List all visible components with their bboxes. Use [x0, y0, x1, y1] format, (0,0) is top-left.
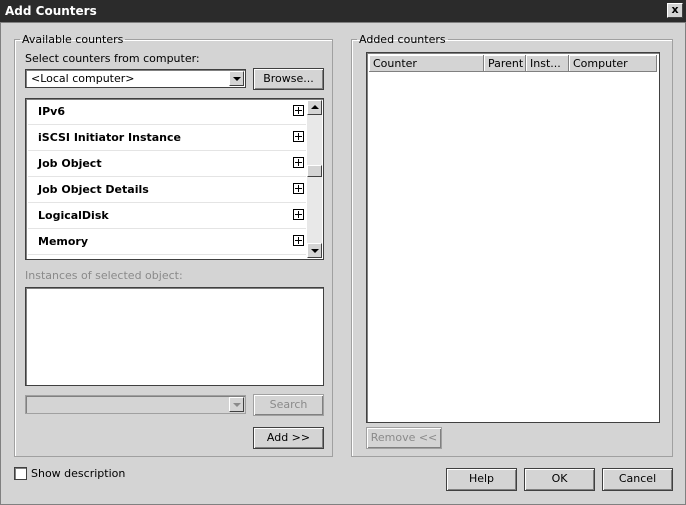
object-list-items: IPv6 iSCSI Initiator Instance Job Object Jo…	[28, 99, 306, 255]
object-list-item[interactable]: LogicalDisk	[28, 203, 306, 229]
computer-select[interactable]: <Local computer>	[25, 69, 246, 88]
close-icon: x	[671, 3, 679, 16]
object-name: LogicalDisk	[38, 209, 109, 222]
object-name: Memory	[38, 235, 89, 248]
title-bar: Add Counters x	[0, 0, 686, 22]
column-header-counter[interactable]: Counter	[369, 55, 484, 72]
window-title: Add Counters	[5, 4, 97, 18]
object-name: Job Object Details	[38, 183, 149, 196]
help-button[interactable]: Help	[446, 468, 517, 491]
show-description-label[interactable]: Show description	[31, 467, 125, 480]
close-button[interactable]: x	[667, 3, 683, 18]
column-header-computer[interactable]: Computer	[569, 55, 657, 72]
added-counters-header: Counter Parent Inst... Computer	[369, 55, 657, 72]
show-description-checkbox[interactable]	[14, 467, 27, 480]
object-list-item[interactable]: IPv6	[28, 99, 306, 125]
instances-label: Instances of selected object:	[25, 269, 183, 282]
expand-plus-icon[interactable]	[293, 209, 304, 220]
select-computer-label: Select counters from computer:	[25, 52, 200, 65]
scroll-thumb[interactable]	[307, 165, 322, 177]
object-name: Job Object	[38, 157, 102, 170]
browse-button[interactable]: Browse...	[253, 68, 324, 90]
column-header-parent[interactable]: Parent	[484, 55, 526, 72]
cancel-button[interactable]: Cancel	[602, 468, 673, 491]
expand-plus-icon[interactable]	[293, 235, 304, 246]
computer-select-value: <Local computer>	[31, 72, 135, 85]
search-button[interactable]: Search	[253, 394, 324, 416]
scroll-down-icon[interactable]	[307, 243, 322, 258]
chevron-down-icon[interactable]	[229, 397, 244, 412]
object-name: IPv6	[38, 105, 65, 118]
object-list-item[interactable]: Memory	[28, 229, 306, 255]
scroll-up-icon[interactable]	[307, 100, 322, 115]
ok-button[interactable]: OK	[524, 468, 595, 491]
expand-plus-icon[interactable]	[293, 157, 304, 168]
expand-plus-icon[interactable]	[293, 183, 304, 194]
performance-object-list[interactable]: IPv6 iSCSI Initiator Instance Job Object Jo…	[25, 98, 324, 260]
remove-button[interactable]: Remove <<	[366, 427, 442, 449]
object-name: iSCSI Initiator Instance	[38, 131, 181, 144]
expand-plus-icon[interactable]	[293, 131, 304, 142]
add-button[interactable]: Add >>	[253, 427, 324, 449]
chevron-down-icon[interactable]	[229, 71, 244, 86]
added-counters-legend: Added counters	[359, 33, 446, 46]
object-list-item[interactable]: Job Object	[28, 151, 306, 177]
expand-plus-icon[interactable]	[293, 105, 304, 116]
added-counters-grid[interactable]: Counter Parent Inst... Computer	[366, 52, 660, 423]
column-header-instance[interactable]: Inst...	[526, 55, 569, 72]
object-list-item[interactable]: iSCSI Initiator Instance	[28, 125, 306, 151]
available-counters-legend: Available counters	[22, 33, 124, 46]
object-list-scrollbar[interactable]	[307, 100, 322, 258]
instances-list[interactable]	[25, 287, 324, 386]
instances-search-combo[interactable]	[25, 395, 246, 414]
object-list-item[interactable]: Job Object Details	[28, 177, 306, 203]
